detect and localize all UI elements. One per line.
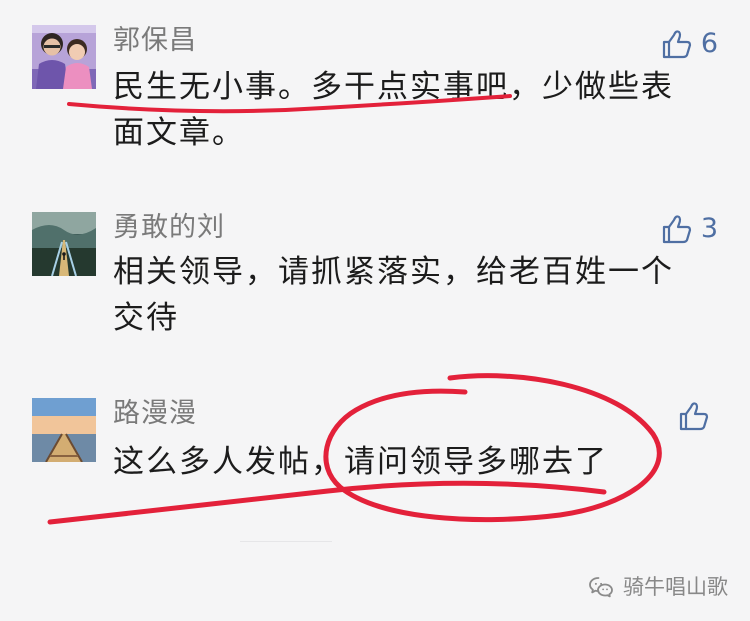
divider [240,541,332,542]
underline-stroke [47,480,607,525]
watermark-text: 骑牛唱山歌 [623,575,728,599]
watermark: 骑牛唱山歌 [588,575,728,599]
comment-list: 郭保昌 6 民生无小事。多干点实事吧，少做些表面文章。 勇敢的刘 3 相关领导，… [0,0,750,621]
like-button[interactable] [676,398,718,434]
avatar[interactable] [32,212,96,276]
family-photo-avatar [32,25,96,89]
wechat-icon [589,577,613,598]
like-count: 3 [700,213,718,244]
like-button[interactable]: 3 [659,211,718,247]
thumbs-up-icon [662,30,691,59]
comment-author[interactable]: 路漫漫 [113,398,197,430]
comment-text: 这么多人发帖，请问领导多哪去了 [113,444,608,480]
like-count: 6 [700,28,718,59]
like-button[interactable]: 6 [659,26,718,62]
pier-sunset-avatar [32,398,96,462]
bridge-to-sea-avatar [32,212,96,276]
comment-author[interactable]: 勇敢的刘 [113,212,225,244]
comment-text: 民生无小事。多干点实事吧，少做些表面文章。 [113,69,674,151]
avatar[interactable] [32,25,96,89]
thumbs-up-icon [662,215,691,244]
avatar[interactable] [32,398,96,462]
comment-text: 相关领导，请抓紧落实，给老百姓一个交待 [113,254,674,336]
comment-author[interactable]: 郭保昌 [113,25,197,57]
thumbs-up-icon [679,402,709,431]
